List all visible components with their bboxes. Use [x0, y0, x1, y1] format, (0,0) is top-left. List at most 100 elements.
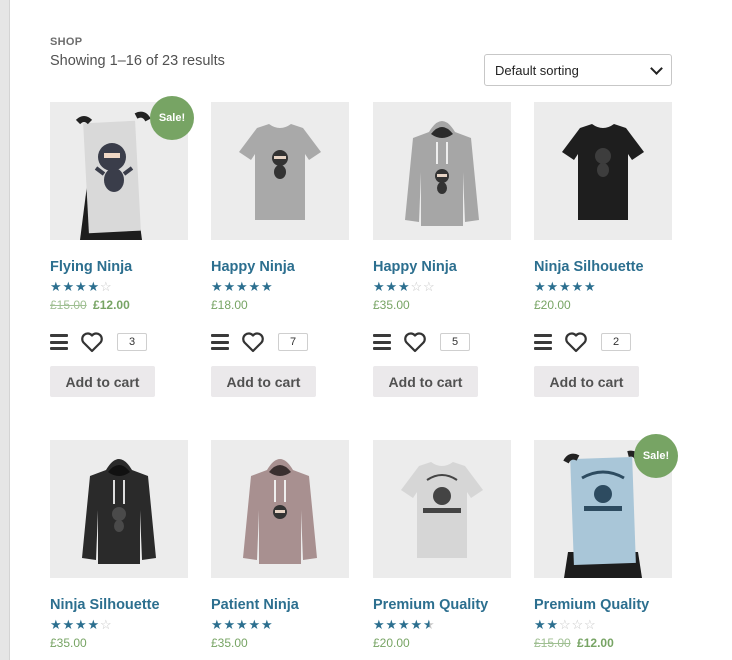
- product-title-link[interactable]: Ninja Silhouette: [50, 597, 160, 613]
- product-title-link[interactable]: Premium Quality: [373, 597, 488, 613]
- price: £35.00: [50, 636, 87, 650]
- product-title-link[interactable]: Flying Ninja: [50, 259, 132, 275]
- product-price: £15.00 £12.00: [534, 636, 614, 650]
- star-icon: ★: [261, 617, 273, 632]
- product-image[interactable]: [373, 102, 511, 240]
- hoodie-grey-image: [373, 102, 511, 240]
- product-card: Premium Quality ★ ★ ★ ★ ★ £20.00: [373, 440, 513, 660]
- compare-menu-icon[interactable]: [534, 334, 552, 350]
- sale-badge: Sale!: [150, 96, 194, 140]
- star-icon: ★: [546, 279, 559, 294]
- star-icon: ★: [50, 617, 62, 632]
- heart-icon[interactable]: [564, 331, 588, 353]
- star-outline-icon: ☆: [423, 279, 435, 294]
- product-card: Patient Ninja ★ ★ ★ ★ ★ £35.00: [211, 440, 351, 660]
- hoodie-mauve-image: [211, 440, 349, 578]
- heart-icon[interactable]: [403, 331, 427, 353]
- product-image[interactable]: [373, 440, 511, 578]
- star-icon: ★: [87, 279, 100, 294]
- star-icon: ★: [248, 279, 261, 294]
- star-icon: ★: [62, 279, 75, 294]
- star-icon: ★: [534, 279, 546, 294]
- product-actions: 5: [373, 330, 470, 354]
- star-icon: ★: [373, 617, 385, 632]
- compare-menu-icon[interactable]: [211, 334, 229, 350]
- star-icon: ★: [236, 617, 248, 632]
- star-outline-icon: ☆: [584, 617, 596, 632]
- star-icon: ★: [261, 279, 273, 294]
- star-icon: ★: [373, 279, 385, 294]
- star-icon: ★: [236, 279, 248, 294]
- wishlist-count: 3: [117, 333, 147, 351]
- product-card: Ninja Silhouette ★ ★ ★ ★ ☆ £35.00: [50, 440, 190, 660]
- star-icon: ★: [410, 617, 423, 632]
- product-image[interactable]: [211, 102, 349, 240]
- product-card: Happy Ninja ★ ★ ★ ★ ★ £18.00 7 Add to cart: [211, 102, 351, 402]
- star-icon: ★: [398, 279, 410, 294]
- price: £35.00: [373, 298, 410, 312]
- hoodie-black-image: [50, 440, 188, 578]
- product-title-link[interactable]: Happy Ninja: [373, 259, 457, 275]
- product-title-link[interactable]: Premium Quality: [534, 597, 649, 613]
- product-price: £35.00: [373, 298, 410, 312]
- star-icon: ★: [398, 617, 410, 632]
- product-price: £20.00: [534, 298, 571, 312]
- tshirt-black-image: [534, 102, 672, 240]
- sale-price: £12.00: [93, 298, 130, 312]
- tshirt-grey-image: [211, 102, 349, 240]
- price: £35.00: [211, 636, 248, 650]
- product-card: Happy Ninja ★ ★ ★ ☆ ☆ £35.00 5 Add to cart: [373, 102, 513, 402]
- wishlist-count: 7: [278, 333, 308, 351]
- rating-stars: ★ ★ ☆ ☆ ☆: [534, 618, 597, 632]
- star-icon: ★: [87, 617, 100, 632]
- sort-select[interactable]: Default sorting: [484, 54, 672, 86]
- rating-stars: ★ ★ ★ ★ ★: [211, 280, 274, 294]
- add-to-cart-button[interactable]: Add to cart: [50, 366, 155, 397]
- heart-icon[interactable]: [241, 331, 265, 353]
- rating-stars: ★ ★ ★ ★ ☆: [50, 280, 113, 294]
- star-icon: ★: [385, 279, 398, 294]
- rating-stars: ★ ★ ★ ★ ★: [373, 618, 436, 632]
- product-price: £35.00: [50, 636, 87, 650]
- product-price: £35.00: [211, 636, 248, 650]
- sale-badge: Sale!: [634, 434, 678, 478]
- heart-icon[interactable]: [80, 331, 104, 353]
- product-image[interactable]: [211, 440, 349, 578]
- page-left-border: [0, 0, 9, 660]
- add-to-cart-button[interactable]: Add to cart: [373, 366, 478, 397]
- page-left-border-line: [9, 0, 10, 660]
- star-half-icon: ★: [423, 617, 435, 632]
- star-icon: ★: [546, 617, 559, 632]
- result-count: Showing 1–16 of 23 results: [50, 53, 225, 69]
- old-price: £15.00: [50, 298, 87, 312]
- add-to-cart-button[interactable]: Add to cart: [534, 366, 639, 397]
- rating-stars: ★ ★ ★ ★ ★: [534, 280, 597, 294]
- product-actions: 2: [534, 330, 631, 354]
- product-title-link[interactable]: Patient Ninja: [211, 597, 299, 613]
- product-image[interactable]: [534, 102, 672, 240]
- star-outline-icon: ☆: [100, 617, 112, 632]
- product-price: £20.00: [373, 636, 410, 650]
- product-title-link[interactable]: Happy Ninja: [211, 259, 295, 275]
- product-title-link[interactable]: Ninja Silhouette: [534, 259, 644, 275]
- price: £18.00: [211, 298, 248, 312]
- compare-menu-icon[interactable]: [373, 334, 391, 350]
- star-icon: ★: [248, 617, 261, 632]
- wishlist-count: 2: [601, 333, 631, 351]
- rating-stars: ★ ★ ★ ☆ ☆: [373, 280, 436, 294]
- price: £20.00: [373, 636, 410, 650]
- star-icon: ★: [571, 279, 584, 294]
- product-card: Sale! Flying Ninja ★ ★ ★ ★ ☆ £15.00 £12.00 3…: [50, 96, 194, 402]
- star-outline-icon: ☆: [559, 617, 571, 632]
- rating-stars: ★ ★ ★ ★ ☆: [50, 618, 113, 632]
- breadcrumb: SHOP: [50, 36, 83, 48]
- star-icon: ★: [534, 617, 546, 632]
- product-actions: 3: [50, 330, 147, 354]
- compare-menu-icon[interactable]: [50, 334, 68, 350]
- product-image[interactable]: [50, 440, 188, 578]
- star-icon: ★: [211, 279, 223, 294]
- star-outline-icon: ☆: [571, 617, 584, 632]
- star-icon: ★: [584, 279, 596, 294]
- product-actions: 7: [211, 330, 308, 354]
- add-to-cart-button[interactable]: Add to cart: [211, 366, 316, 397]
